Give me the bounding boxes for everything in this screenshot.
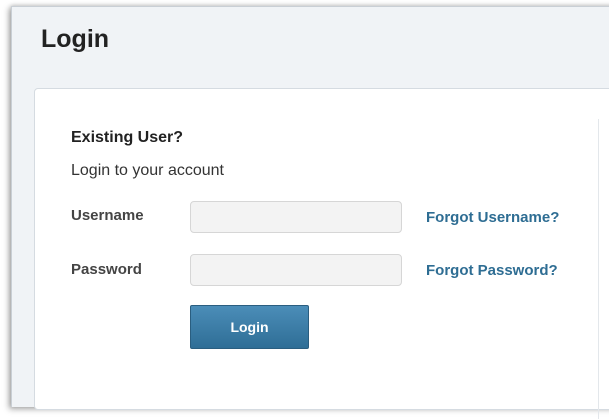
login-panel: Existing User? Login to your account Use… <box>34 88 609 419</box>
username-input[interactable] <box>190 201 402 233</box>
existing-user-heading: Existing User? <box>71 129 184 146</box>
password-label: Password <box>71 261 142 278</box>
login-button[interactable]: Login <box>190 305 309 349</box>
username-label: Username <box>71 207 144 224</box>
login-window: Login Existing User? Login to your accou… <box>11 6 609 419</box>
password-input[interactable] <box>190 254 402 286</box>
page-title: Login <box>41 25 110 53</box>
forgot-password-link[interactable]: Forgot Password? <box>426 262 558 279</box>
panel-divider <box>598 119 599 419</box>
login-subtext: Login to your account <box>71 162 224 179</box>
forgot-username-link[interactable]: Forgot Username? <box>426 209 559 226</box>
